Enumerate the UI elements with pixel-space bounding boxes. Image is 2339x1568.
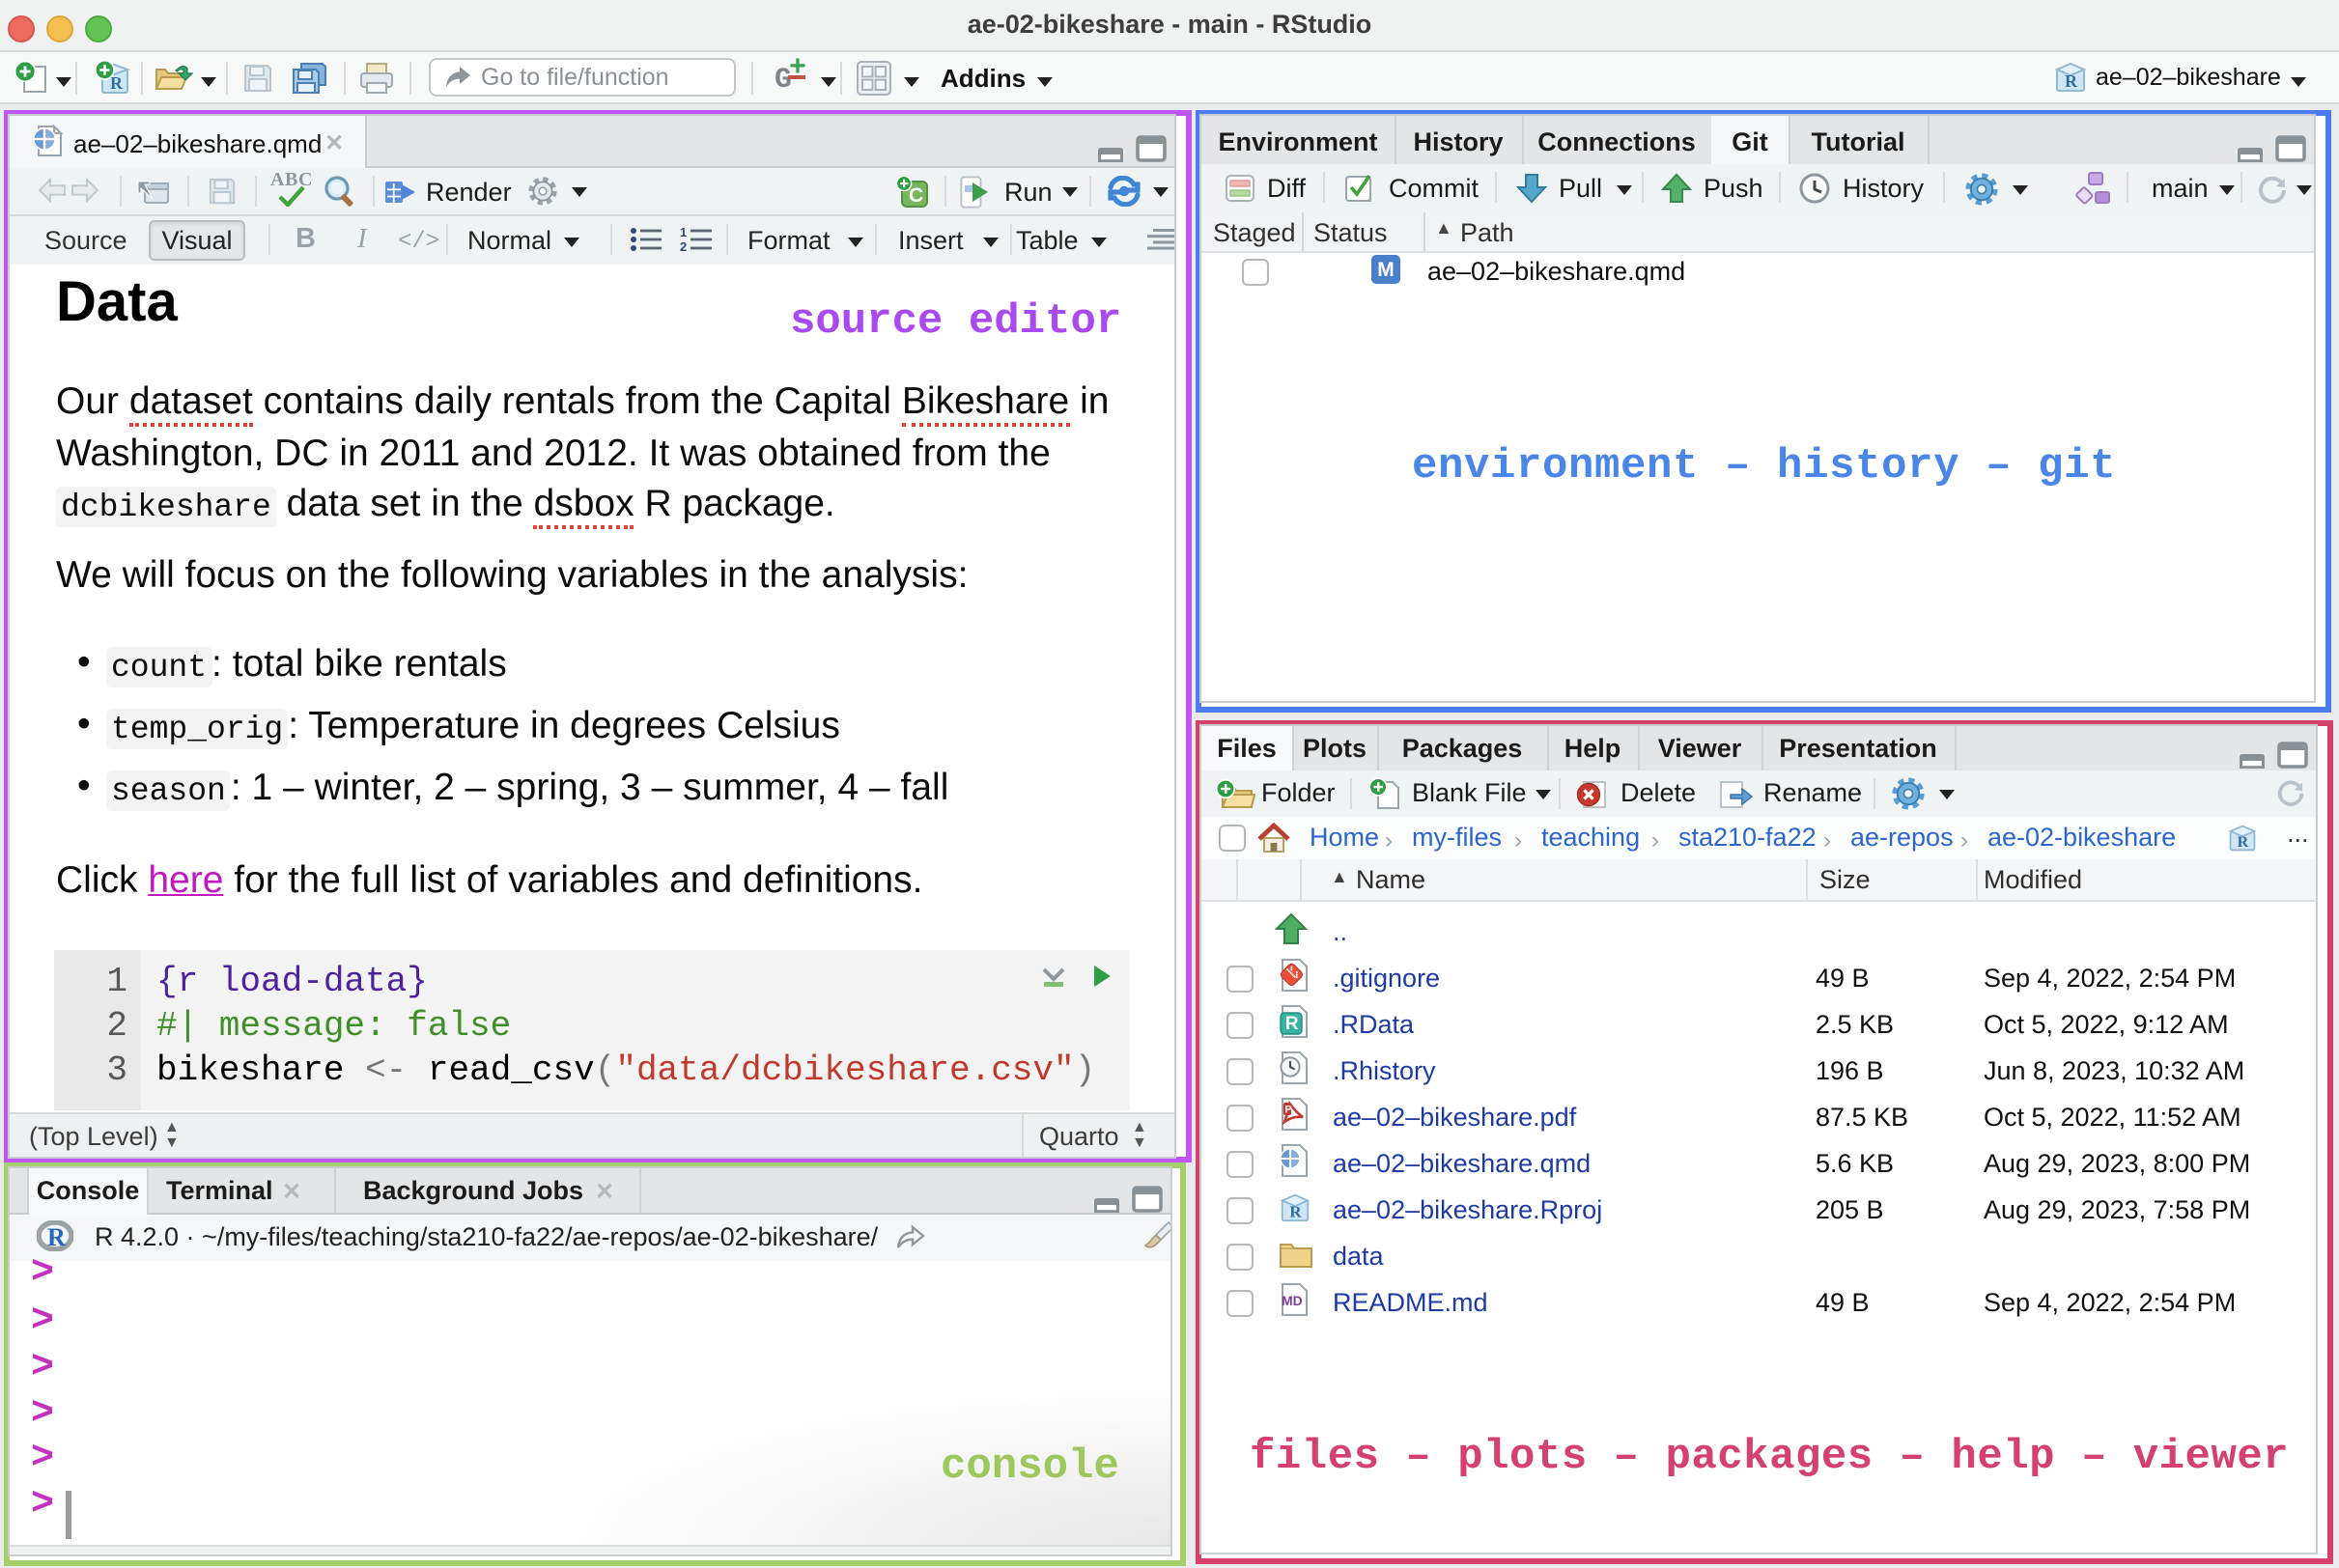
svg-text:MD: MD xyxy=(1282,1293,1303,1308)
svg-text:2: 2 xyxy=(680,239,687,253)
svg-text:R: R xyxy=(2065,70,2078,90)
svg-text:R: R xyxy=(1289,1202,1302,1220)
svg-text:R: R xyxy=(2238,833,2249,850)
svg-text:C: C xyxy=(909,183,923,206)
svg-text:P: P xyxy=(1284,1104,1291,1115)
svg-text:R: R xyxy=(47,1223,66,1251)
svg-text:R: R xyxy=(1285,1014,1299,1034)
svg-text:1: 1 xyxy=(680,226,687,239)
